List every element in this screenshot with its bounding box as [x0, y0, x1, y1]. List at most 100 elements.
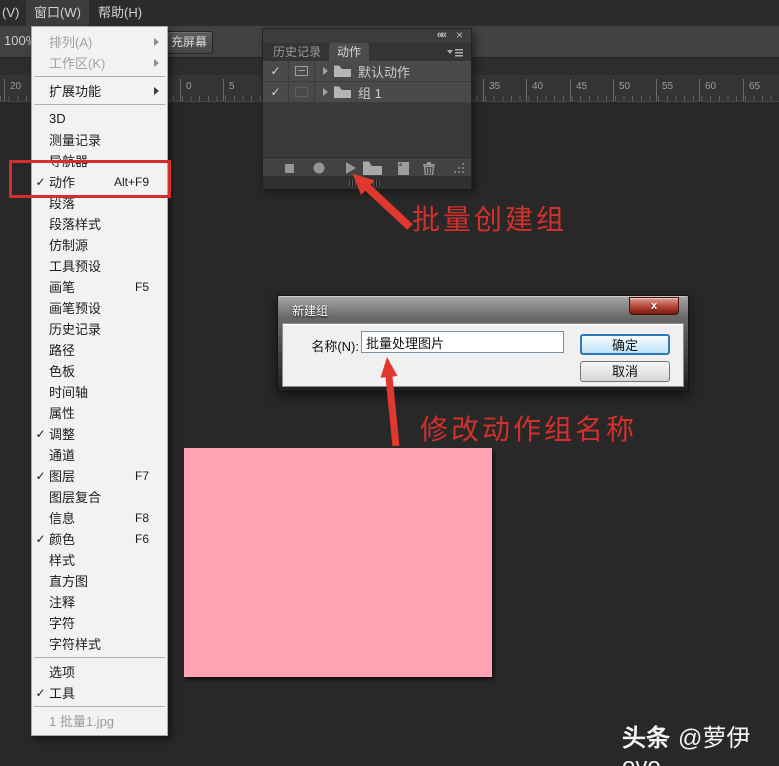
action-set-row[interactable]: ✓ 组 1	[263, 82, 471, 103]
menu-item[interactable]: 路径	[32, 339, 167, 360]
expand-arrow-icon[interactable]	[323, 88, 328, 96]
submenu-arrow-icon	[154, 37, 159, 46]
menu-item-label: 属性	[49, 406, 76, 421]
menu-help[interactable]: 帮助(H)	[90, 0, 150, 26]
fill-screen-button[interactable]: 充屏幕	[165, 31, 213, 54]
menu-check-icon	[32, 686, 49, 700]
menu-item-label: 调整	[49, 427, 76, 442]
menu-item[interactable]: 3D	[32, 108, 167, 129]
ruler-label: 45	[570, 79, 587, 101]
ruler-major-tick	[743, 79, 744, 101]
cancel-button[interactable]: 取消	[580, 361, 670, 382]
action-set-row[interactable]: ✓ 默认动作	[263, 61, 471, 82]
menu-item[interactable]: 图层复合	[32, 486, 167, 507]
menu-item[interactable]: 样式	[32, 549, 167, 570]
menu-item[interactable]: 调整	[32, 423, 167, 444]
dialog-toggle-icon	[295, 66, 308, 76]
menu-item-label: 通道	[49, 448, 76, 463]
menu-item[interactable]: 属性	[32, 402, 167, 423]
menu-item[interactable]: 工具	[32, 682, 167, 703]
menu-item[interactable]: 画笔 F5	[32, 276, 167, 297]
submenu-arrow-icon	[154, 86, 159, 95]
menu-item[interactable]: 工具预设	[32, 255, 167, 276]
red-arrow-to-folder-icon	[352, 173, 413, 230]
menu-item[interactable]: 色板	[32, 360, 167, 381]
submenu-arrow-icon	[154, 58, 159, 67]
tab-history[interactable]: 历史记录	[265, 43, 329, 61]
toggle-dialog-cell[interactable]	[289, 61, 315, 81]
red-arrow-to-name-field-icon	[380, 357, 400, 447]
menu-item[interactable]: 注释	[32, 591, 167, 612]
tab-actions[interactable]: 动作	[329, 43, 370, 61]
ruler-major-tick	[4, 79, 5, 101]
menu-item[interactable]: 段落样式	[32, 213, 167, 234]
menu-item-label: 3D	[49, 111, 66, 126]
record-icon[interactable]	[309, 158, 329, 178]
expand-arrow-icon[interactable]	[323, 67, 328, 75]
menu-item[interactable]: 图层 F7	[32, 465, 167, 486]
menu-check-icon	[32, 427, 49, 441]
new-group-dialog: 新建组 x 名称(N): 确定 取消	[277, 295, 689, 392]
menu-item-label: 工具	[49, 686, 76, 701]
ruler-major-tick	[483, 79, 484, 101]
menu-item[interactable]: 1 批量1.jpg	[32, 710, 167, 731]
menu-item-label: 段落样式	[49, 217, 102, 232]
ruler-major-tick	[699, 79, 700, 101]
watermark-brand: 头条	[622, 725, 670, 752]
collapse-panel-icon[interactable]: ««	[437, 29, 447, 42]
delete-trash-icon[interactable]	[419, 158, 439, 178]
menu-window[interactable]: 窗口(W)	[26, 0, 89, 26]
action-set-name: 组 1	[358, 85, 382, 101]
ruler-major-tick	[570, 79, 571, 101]
ruler-label: 0	[180, 79, 192, 101]
ruler-label: 5	[223, 79, 235, 101]
menu-item[interactable]: 字符样式	[32, 633, 167, 654]
menu-item[interactable]	[32, 101, 167, 108]
menu-item[interactable]: 选项	[32, 661, 167, 682]
document-canvas[interactable]	[184, 448, 492, 677]
menu-item-label: 仿制源	[49, 238, 89, 253]
dialog-body: 名称(N): 确定 取消	[282, 323, 684, 387]
menu-item[interactable]: 工作区(K)	[32, 52, 167, 73]
stop-icon[interactable]	[279, 158, 299, 178]
menu-item-label: 样式	[49, 553, 76, 568]
menu-check-icon	[32, 532, 49, 546]
menu-item-label: 工具预设	[49, 259, 102, 274]
menu-item[interactable]: 扩展功能	[32, 80, 167, 101]
menu-item-label: 扩展功能	[49, 84, 102, 99]
menu-item[interactable]: 历史记录	[32, 318, 167, 339]
menu-item[interactable]: 仿制源	[32, 234, 167, 255]
panel-menu-icon[interactable]	[447, 48, 463, 57]
toggle-dialog-cell[interactable]	[289, 82, 315, 102]
menu-item-label: 字符	[49, 616, 76, 631]
ok-button[interactable]: 确定	[580, 334, 670, 355]
menu-item[interactable]: 字符	[32, 612, 167, 633]
action-set-name: 默认动作	[358, 64, 411, 80]
menu-item[interactable]: 信息 F8	[32, 507, 167, 528]
resize-grip-icon[interactable]	[451, 158, 467, 178]
ruler-label: 60	[699, 79, 716, 101]
highlight-red-box	[9, 160, 171, 198]
menu-item[interactable]	[32, 654, 167, 661]
menu-item[interactable]: 排列(A)	[32, 31, 167, 52]
menu-item[interactable]: 画笔预设	[32, 297, 167, 318]
annotation-rename-group: 修改动作组名称	[420, 414, 638, 445]
ruler-label: 65	[743, 79, 760, 101]
menu-item[interactable]: 直方图	[32, 570, 167, 591]
panel-empty-area	[263, 103, 471, 157]
menu-item[interactable]	[32, 703, 167, 710]
close-panel-icon[interactable]: ×	[456, 29, 463, 42]
menu-item[interactable]: 颜色 F6	[32, 528, 167, 549]
toggle-item-check-icon[interactable]: ✓	[263, 82, 289, 102]
menu-item[interactable]	[32, 73, 167, 80]
menu-item[interactable]: 时间轴	[32, 381, 167, 402]
menu-item-label: 图层复合	[49, 490, 102, 505]
empty-toggle-icon	[295, 87, 308, 97]
toggle-item-check-icon[interactable]: ✓	[263, 61, 289, 81]
menu-item-label: 直方图	[49, 574, 89, 589]
menu-item[interactable]: 测量记录	[32, 129, 167, 150]
dialog-close-button[interactable]: x	[629, 297, 679, 315]
menu-view[interactable]: (V)	[0, 0, 27, 26]
menu-item[interactable]: 通道	[32, 444, 167, 465]
menu-shortcut: F5	[134, 279, 149, 294]
